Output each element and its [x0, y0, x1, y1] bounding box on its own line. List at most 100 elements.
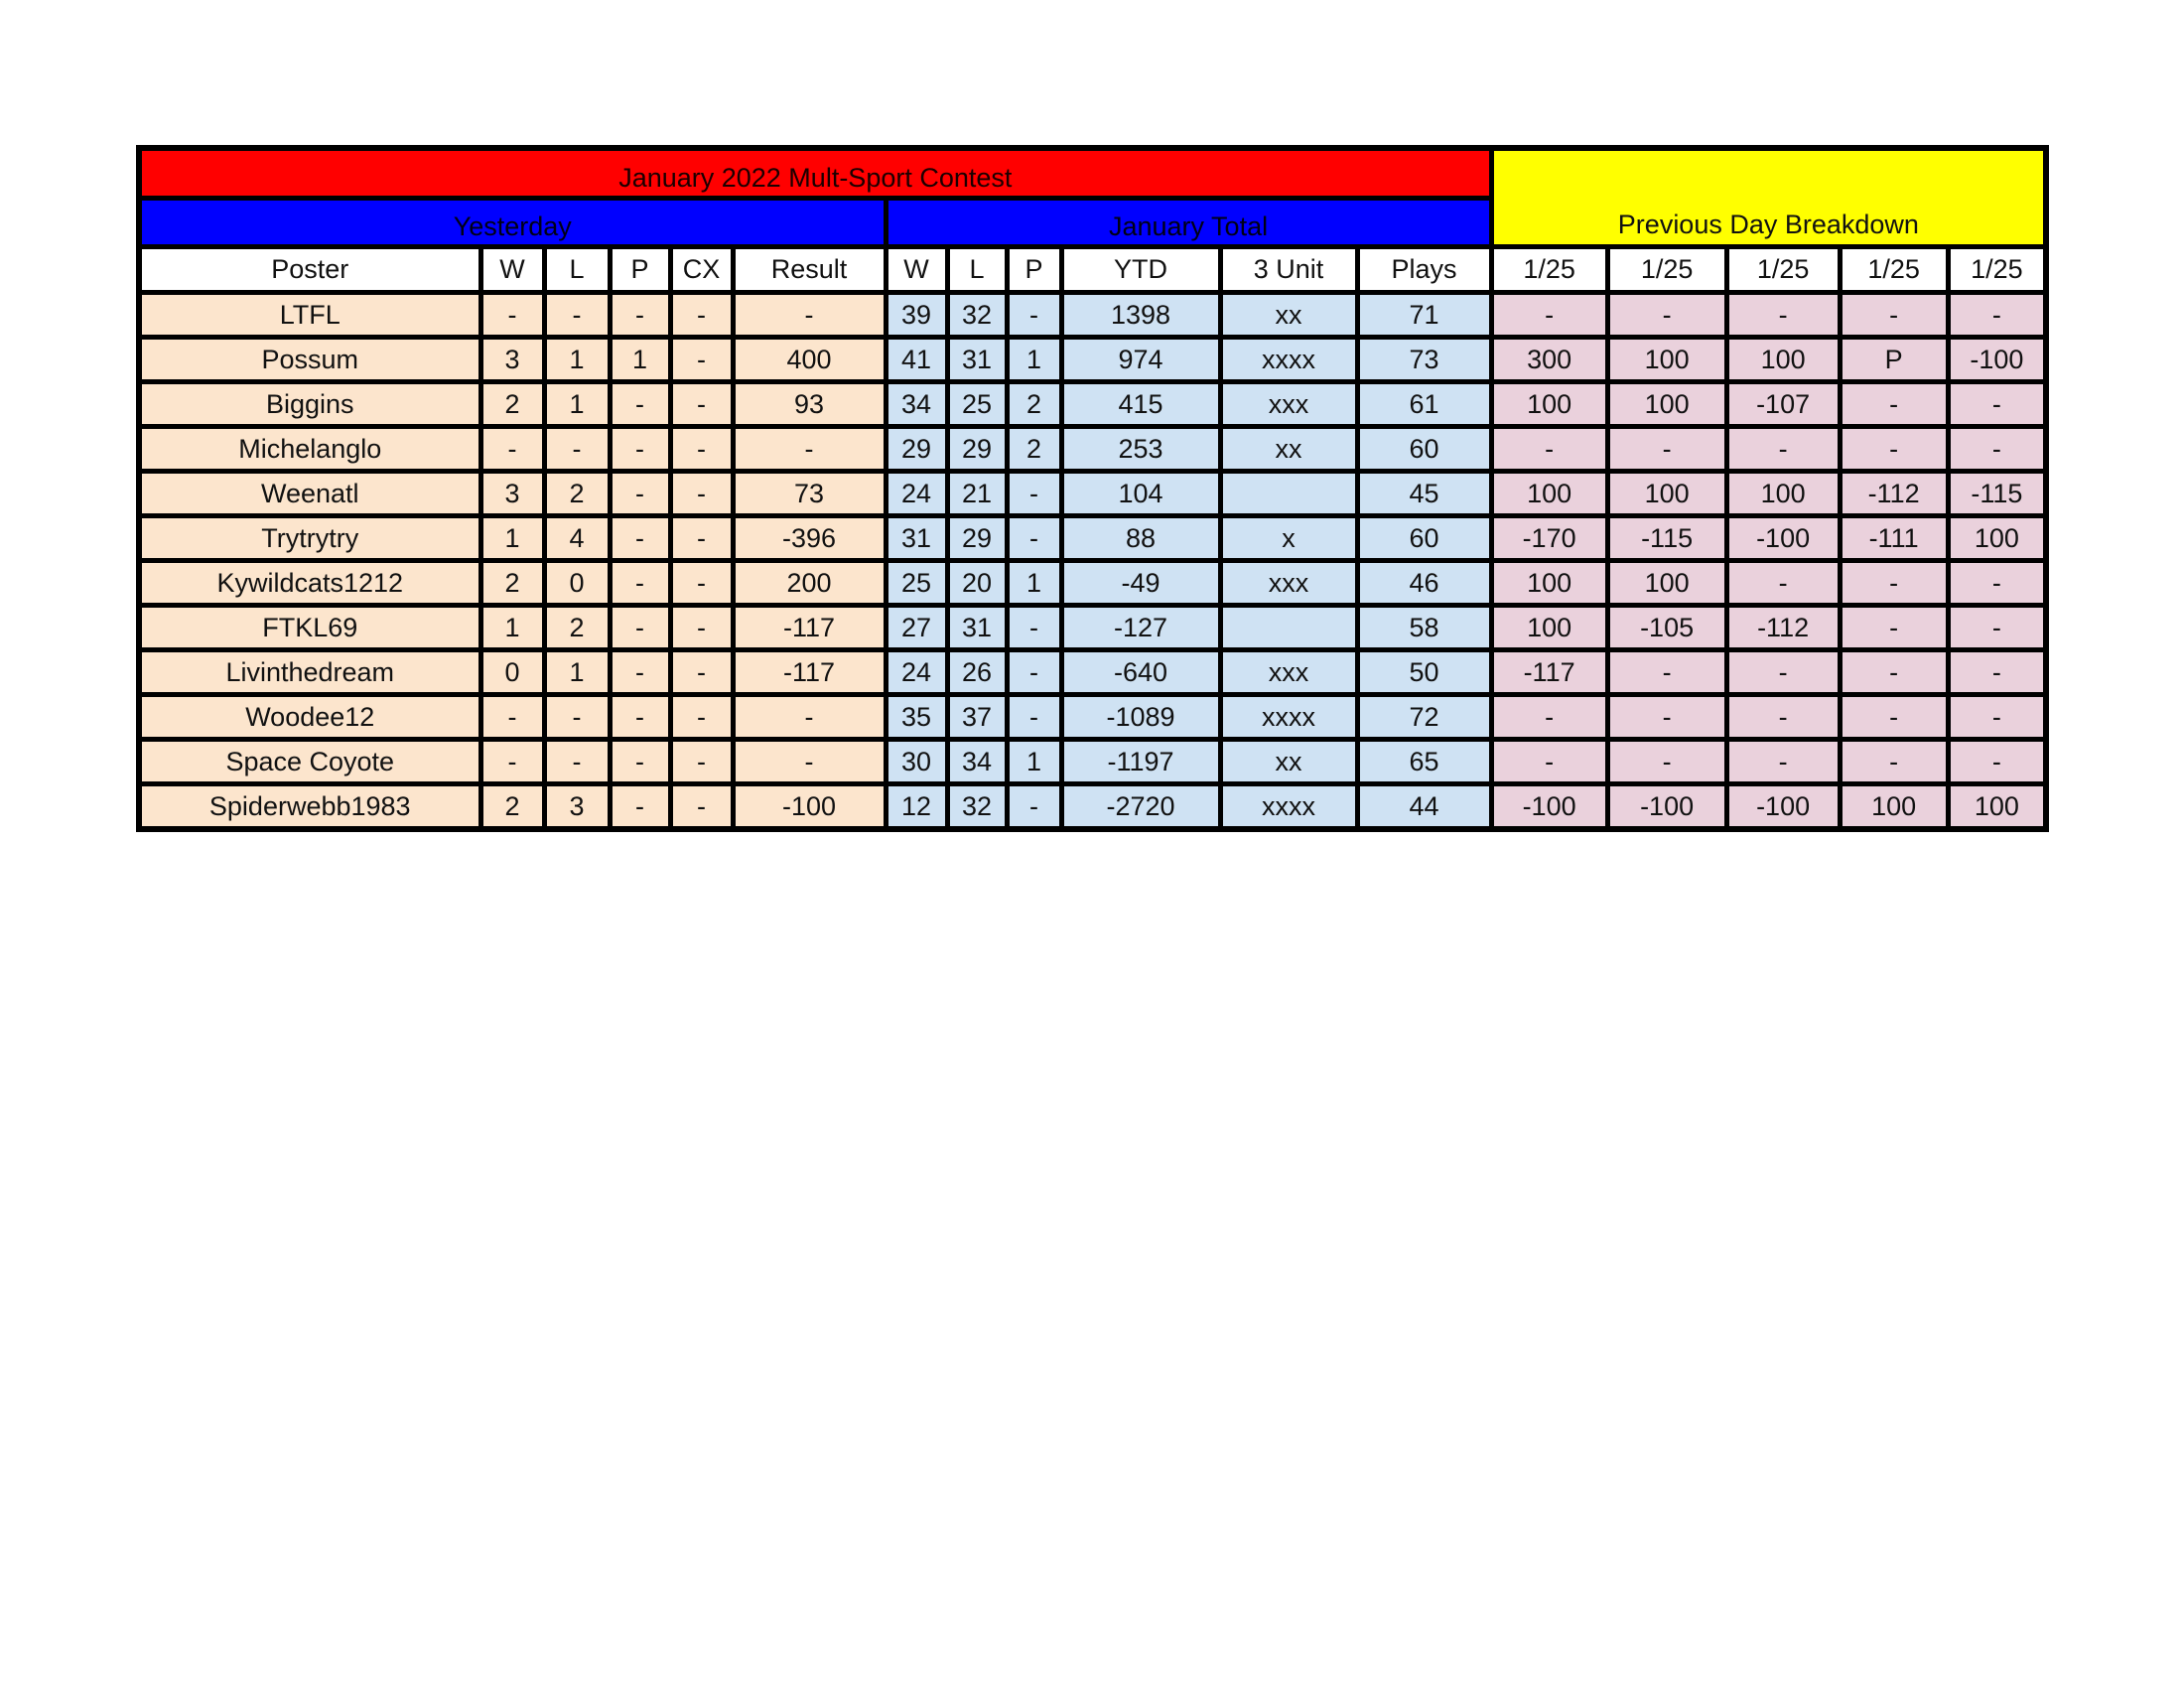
poster-cell[interactable]: Biggins [136, 379, 483, 429]
breakdown-cell[interactable]: 100 [1945, 781, 2049, 832]
yesterday-group-header[interactable]: Yesterday [136, 196, 888, 249]
breakdown-cell[interactable]: - [1945, 647, 2049, 697]
yesterday-p-cell[interactable]: - [607, 469, 673, 518]
breakdown-cell[interactable]: - [1723, 558, 1843, 608]
yesterday-l-cell[interactable]: 1 [541, 335, 613, 384]
breakdown-cell[interactable]: 100 [1837, 781, 1951, 832]
yesterday-cx-cell[interactable]: - [667, 424, 736, 474]
yesterday-p-cell[interactable]: - [607, 513, 673, 563]
yesterday-p-cell[interactable]: - [607, 379, 673, 429]
breakdown-cell[interactable]: 100 [1723, 335, 1843, 384]
total-w-cell[interactable]: 41 [883, 335, 950, 384]
total-w-cell[interactable]: 12 [883, 781, 950, 832]
column-header-poster[interactable]: Poster [136, 244, 483, 295]
yesterday-result-cell[interactable]: - [730, 737, 888, 786]
breakdown-cell[interactable]: - [1837, 737, 1951, 786]
total-w-cell[interactable]: 24 [883, 647, 950, 697]
yesterday-result-cell[interactable]: -396 [730, 513, 888, 563]
yesterday-p-cell[interactable]: - [607, 781, 673, 832]
yesterday-cx-cell[interactable]: - [667, 558, 736, 608]
breakdown-cell[interactable]: - [1723, 692, 1843, 742]
breakdown-cell[interactable]: 100 [1604, 379, 1729, 429]
total-l-cell[interactable]: 31 [944, 335, 1010, 384]
breakdown-cell[interactable]: - [1837, 603, 1951, 652]
yesterday-cx-cell[interactable]: - [667, 692, 736, 742]
plays-cell[interactable]: 60 [1354, 424, 1494, 474]
breakdown-cell[interactable]: - [1945, 290, 2049, 340]
ytd-cell[interactable]: 974 [1058, 335, 1223, 384]
ytd-cell[interactable]: -49 [1058, 558, 1223, 608]
breakdown-cell[interactable]: - [1837, 379, 1951, 429]
breakdown-cell[interactable]: -100 [1723, 513, 1843, 563]
yesterday-l-cell[interactable]: 2 [541, 469, 613, 518]
ytd-cell[interactable]: -2720 [1058, 781, 1223, 832]
plays-cell[interactable]: 60 [1354, 513, 1494, 563]
total-l-cell[interactable]: 20 [944, 558, 1010, 608]
breakdown-cell[interactable]: - [1488, 424, 1610, 474]
yesterday-cx-cell[interactable]: - [667, 513, 736, 563]
total-w-cell[interactable]: 25 [883, 558, 950, 608]
yesterday-p-cell[interactable]: - [607, 737, 673, 786]
breakdown-cell[interactable]: -170 [1488, 513, 1610, 563]
ytd-cell[interactable]: 88 [1058, 513, 1223, 563]
yesterday-p-cell[interactable]: - [607, 290, 673, 340]
three-unit-cell[interactable]: xxx [1217, 647, 1360, 697]
breakdown-cell[interactable]: - [1604, 424, 1729, 474]
yesterday-cx-cell[interactable]: - [667, 647, 736, 697]
plays-cell[interactable]: 73 [1354, 335, 1494, 384]
yesterday-l-cell[interactable]: 4 [541, 513, 613, 563]
ytd-cell[interactable]: 415 [1058, 379, 1223, 429]
yesterday-result-cell[interactable]: - [730, 692, 888, 742]
three-unit-cell[interactable]: xxx [1217, 558, 1360, 608]
total-p-cell[interactable]: - [1004, 603, 1064, 652]
column-header-three-unit[interactable]: 3 Unit [1217, 244, 1360, 295]
yesterday-p-cell[interactable]: - [607, 558, 673, 608]
yesterday-w-cell[interactable]: 2 [478, 558, 547, 608]
breakdown-cell[interactable]: - [1723, 424, 1843, 474]
breakdown-cell[interactable]: -117 [1488, 647, 1610, 697]
column-header-breakdown-3[interactable]: 1/25 [1723, 244, 1843, 295]
total-p-cell[interactable]: - [1004, 781, 1064, 832]
three-unit-cell[interactable]: xxxx [1217, 692, 1360, 742]
yesterday-result-cell[interactable]: 93 [730, 379, 888, 429]
breakdown-cell[interactable]: 100 [1723, 469, 1843, 518]
yesterday-cx-cell[interactable]: - [667, 781, 736, 832]
breakdown-cell[interactable]: - [1604, 290, 1729, 340]
breakdown-cell[interactable]: - [1604, 737, 1729, 786]
yesterday-l-cell[interactable]: 1 [541, 379, 613, 429]
breakdown-cell[interactable]: - [1945, 603, 2049, 652]
breakdown-cell[interactable]: -100 [1488, 781, 1610, 832]
yesterday-result-cell[interactable]: - [730, 424, 888, 474]
total-l-cell[interactable]: 25 [944, 379, 1010, 429]
yesterday-cx-cell[interactable]: - [667, 737, 736, 786]
yesterday-p-cell[interactable]: 1 [607, 335, 673, 384]
total-w-cell[interactable]: 34 [883, 379, 950, 429]
breakdown-cell[interactable]: - [1837, 290, 1951, 340]
total-p-cell[interactable]: - [1004, 469, 1064, 518]
column-header-yesterday-p[interactable]: P [607, 244, 673, 295]
total-p-cell[interactable]: 1 [1004, 737, 1064, 786]
plays-cell[interactable]: 71 [1354, 290, 1494, 340]
poster-cell[interactable]: Space Coyote [136, 737, 483, 786]
yesterday-w-cell[interactable]: - [478, 692, 547, 742]
plays-cell[interactable]: 61 [1354, 379, 1494, 429]
yesterday-cx-cell[interactable]: - [667, 469, 736, 518]
yesterday-cx-cell[interactable]: - [667, 379, 736, 429]
total-w-cell[interactable]: 30 [883, 737, 950, 786]
column-header-breakdown-1[interactable]: 1/25 [1488, 244, 1610, 295]
total-p-cell[interactable]: 2 [1004, 379, 1064, 429]
three-unit-cell[interactable]: xxxx [1217, 781, 1360, 832]
poster-cell[interactable]: Possum [136, 335, 483, 384]
breakdown-cell[interactable]: - [1945, 737, 2049, 786]
breakdown-cell[interactable]: 100 [1488, 469, 1610, 518]
breakdown-cell[interactable]: - [1488, 692, 1610, 742]
total-l-cell[interactable]: 29 [944, 513, 1010, 563]
total-w-cell[interactable]: 29 [883, 424, 950, 474]
ytd-cell[interactable]: -640 [1058, 647, 1223, 697]
yesterday-l-cell[interactable]: - [541, 424, 613, 474]
total-l-cell[interactable]: 34 [944, 737, 1010, 786]
breakdown-cell[interactable]: 100 [1945, 513, 2049, 563]
breakdown-cell[interactable]: -115 [1945, 469, 2049, 518]
poster-cell[interactable]: Kywildcats1212 [136, 558, 483, 608]
column-header-breakdown-5[interactable]: 1/25 [1945, 244, 2049, 295]
